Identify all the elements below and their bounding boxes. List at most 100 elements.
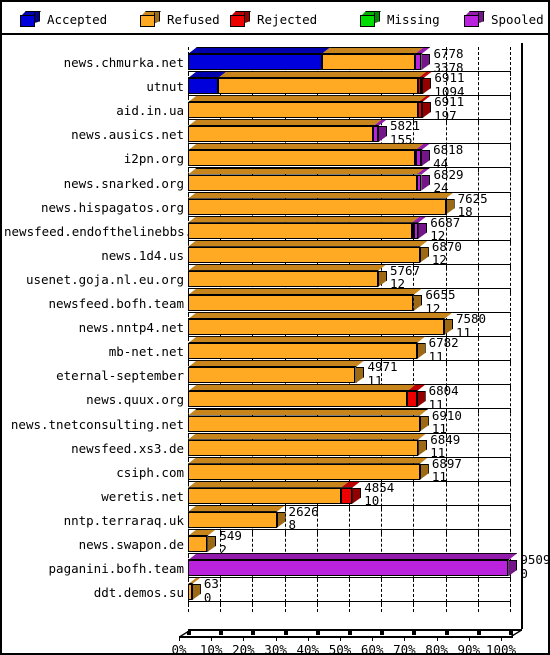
x-axis-front-line — [179, 636, 513, 638]
bar-value-total: 6829 — [433, 166, 464, 182]
bar-right-face — [355, 367, 365, 384]
bar-segment-top — [188, 336, 426, 343]
bar-segment-spooled — [413, 222, 419, 239]
bar-value-total: 6782 — [428, 335, 459, 351]
bar-segment-top — [188, 264, 387, 271]
bar-value-labels: 63 0 — [204, 577, 219, 604]
y-axis-label: nntp.terraraq.uk — [63, 512, 184, 528]
chart-row: news.ausics.net 5821 155 — [2, 119, 548, 149]
bar-segment-top — [188, 168, 426, 175]
bar-segment-top — [322, 47, 424, 54]
bar-segment-top — [188, 240, 429, 247]
bar-value-total: 63 — [203, 576, 219, 592]
bar-segment-top — [188, 47, 331, 54]
legend-item-label: Missing — [387, 11, 440, 27]
row-tick — [220, 601, 222, 607]
chart-window: Accepted Refused Rejected Missing Spooled Ou… — [0, 0, 550, 655]
x-axis-tick-front — [211, 636, 213, 641]
chart-row: weretis.net 4854 10 — [2, 481, 548, 510]
bar-segment-rejected — [418, 102, 423, 119]
y-axis-label: newsfeed.xs3.de — [71, 440, 184, 456]
chart-row: paganini.bofh.team 9509 0 — [2, 553, 548, 583]
bar-segment-spooled — [373, 126, 378, 143]
bar-segment-top — [188, 360, 364, 367]
y-axis-label: utnut — [146, 79, 184, 95]
y-axis-label: news.nntp4.net — [78, 320, 184, 336]
chart-row: news.swapon.de 549 2 — [2, 528, 548, 558]
x-axis-line — [188, 629, 522, 631]
y-axis-label: news.chmurka.net — [63, 55, 184, 70]
bar-segment-top — [188, 409, 429, 416]
y-axis-label: weretis.net — [101, 488, 184, 504]
x-axis-tick — [219, 631, 224, 635]
bar-segment-rejected — [406, 391, 417, 408]
bar-value-labels: 6897 11 — [432, 457, 462, 484]
bar-right-face — [191, 584, 201, 601]
bar-segment-refused — [188, 584, 192, 601]
y-axis-label: eternal-september — [56, 368, 184, 384]
row-tick — [510, 601, 511, 607]
bar-segment-refused — [188, 198, 446, 215]
bar-value-labels: 6911 197 — [434, 95, 464, 122]
y-axis-label: aid.in.ua — [116, 103, 184, 119]
x-axis-tick — [444, 631, 449, 635]
bar-segment-top — [188, 119, 382, 126]
x-axis-tick — [315, 631, 320, 635]
bar-segment-refused — [217, 78, 419, 95]
legend-item-accepted: Accepted — [20, 8, 107, 30]
x-axis-tick-front — [468, 636, 470, 641]
chart-row: news.1d4.us 6870 12 — [2, 240, 548, 269]
bar-segment-top — [188, 529, 216, 536]
chart-row: csiph.com 6897 11 — [2, 457, 548, 486]
bar-segment-spooled — [416, 174, 422, 191]
chart-row: nntp.terraraq.uk 2626 8 — [2, 505, 548, 534]
bar-segment-top — [188, 143, 424, 150]
x-axis-tick-front — [340, 636, 341, 641]
bar-segment-refused — [188, 174, 417, 191]
bar-right-face — [508, 560, 518, 577]
chart-row: news.snarked.org 6829 24 — [2, 166, 548, 197]
x-axis-tick-label: 100% — [485, 642, 517, 655]
chart-row: utnut 6911 1094 — [2, 70, 548, 101]
bar-segment-top — [218, 71, 427, 78]
bar-segment-refused — [188, 343, 417, 360]
bar-segment-spooled — [188, 560, 509, 577]
row-tick — [445, 601, 447, 607]
y-axis-label: ddt.demos.su — [93, 585, 184, 601]
x-axis-tick — [283, 631, 288, 635]
legend-swatch-icon — [230, 11, 251, 27]
bar-segment-refused — [188, 391, 407, 408]
bar-value-total: 6911 — [434, 70, 465, 86]
bar-value-labels: 6870 12 — [432, 240, 462, 267]
bar-right-face — [419, 415, 429, 432]
y-axis-label: i2pn.org — [123, 151, 184, 167]
bar-right-face — [421, 174, 431, 191]
bar-value-total: 549 — [219, 528, 242, 543]
bar-right-face — [377, 126, 387, 143]
row-tick — [413, 601, 415, 607]
bar-segment-top — [188, 577, 201, 584]
chart-row: ddt.demos.su 63 0 — [2, 577, 548, 607]
row-tick — [477, 601, 479, 607]
bar-right-face — [421, 54, 431, 70]
bar-segment-refused — [188, 511, 277, 528]
bar-value-labels: 9509 0 — [520, 553, 548, 580]
bar-segment-top — [188, 481, 350, 488]
bar-value-total: 6818 — [433, 142, 464, 158]
chart-row: newsfeed.xs3.de 6849 11 — [2, 433, 548, 462]
chart-row: news.hispagatos.org 7625 18 — [2, 192, 548, 221]
chart-row: news.quux.org 6804 11 — [2, 384, 548, 414]
bar-segment-refused — [188, 295, 414, 311]
bar-segment-refused — [188, 270, 378, 287]
bar-segment-top — [188, 457, 429, 464]
bar-segment-top — [188, 95, 427, 102]
x-axis-tick — [412, 631, 417, 635]
bar-right-face — [445, 198, 455, 215]
legend-item-spooled: Spooled — [464, 8, 544, 30]
y-axis-label: newsfeed.bofh.team — [48, 296, 184, 311]
row-tick — [349, 601, 350, 607]
bar-value-labels: 4971 11 — [367, 360, 397, 387]
y-axis-label: news.ausics.net — [71, 127, 184, 143]
bar-value-secondary: 0 — [203, 589, 212, 605]
bar-segment-top — [188, 505, 286, 512]
